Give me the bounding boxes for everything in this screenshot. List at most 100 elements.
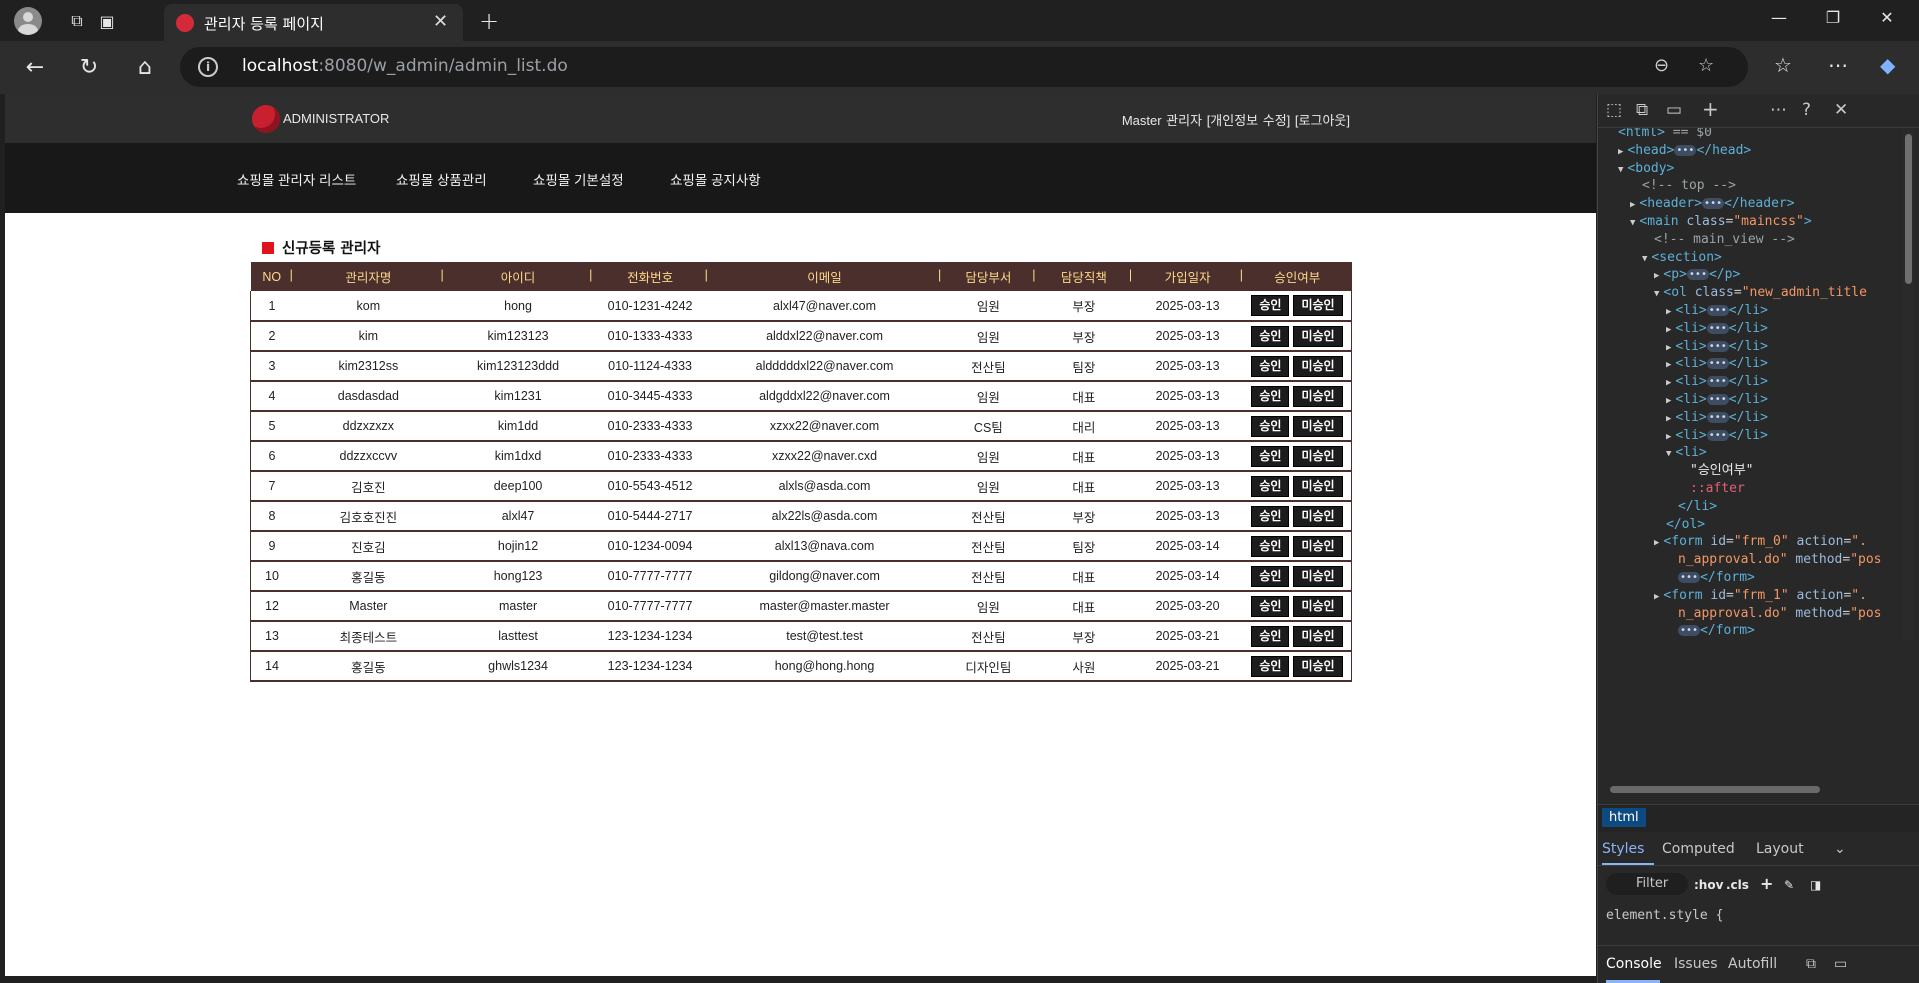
cell-id: kim123123ddd xyxy=(443,351,593,382)
nav-settings[interactable]: 쇼핑몰 기본설정 xyxy=(533,169,624,189)
approve-button[interactable]: 승인 xyxy=(1251,475,1290,497)
hov-toggle[interactable]: :hov xyxy=(1694,878,1723,892)
tab-layout[interactable]: Layout xyxy=(1756,841,1804,857)
more-menu-icon[interactable]: ⋯ xyxy=(1828,53,1848,77)
tab-actions-icon[interactable]: ▣ xyxy=(94,8,120,34)
tab-styles[interactable]: Styles xyxy=(1602,841,1644,857)
cell-phone: 010-3445-4333 xyxy=(592,381,708,412)
reject-button[interactable]: 미승인 xyxy=(1293,445,1343,467)
dom-tree[interactable]: <html> == $0 ▶ <head> ••• </head> ▼ <body> <!--… xyxy=(1598,128,1904,638)
reject-button[interactable]: 미승인 xyxy=(1293,355,1343,377)
approve-button[interactable]: 승인 xyxy=(1251,295,1290,316)
url-text: localhost:8080/w_admin/admin_list.do xyxy=(242,56,568,76)
back-icon[interactable]: ← xyxy=(20,53,50,83)
home-icon[interactable]: ⌂ xyxy=(130,53,160,83)
reject-button[interactable]: 미승인 xyxy=(1293,535,1343,557)
table-row: 10 홍길동 hong123 010-7777-7777 gildong@naver.c… xyxy=(249,561,1352,592)
browser-tab-active[interactable]: 관리자 등록 페이지 ✕ xyxy=(164,4,463,41)
favorite-star-icon[interactable]: ☆ xyxy=(1698,55,1714,76)
cell-position: 사원 xyxy=(1035,651,1133,682)
new-tab-icon[interactable]: + xyxy=(476,7,502,35)
cell-id: alxl47 xyxy=(443,501,593,532)
tab-close-icon[interactable]: ✕ xyxy=(433,11,448,32)
nav-admin-list[interactable]: 쇼핑몰 관리자 리스트 xyxy=(237,169,356,189)
drawer-dock-icon[interactable]: ⧉ xyxy=(1806,956,1816,972)
minimize-icon[interactable]: — xyxy=(1764,8,1794,27)
drawer-close-icon[interactable]: ▭ xyxy=(1834,956,1847,972)
cell-no: 10 xyxy=(249,561,293,592)
active-tab-indicator xyxy=(1602,863,1654,865)
reject-button[interactable]: 미승인 xyxy=(1293,655,1343,677)
reject-button[interactable]: 미승인 xyxy=(1293,295,1343,316)
element-state-icon[interactable]: ✎ xyxy=(1784,878,1794,892)
restore-icon[interactable]: ❐ xyxy=(1818,8,1848,27)
workspaces-icon[interactable]: ⧉ xyxy=(64,8,90,34)
inspect-icon[interactable]: ⬚ xyxy=(1606,100,1622,120)
styles-chevron-icon[interactable]: ⌄ xyxy=(1834,841,1846,857)
profile-avatar-icon[interactable] xyxy=(14,7,42,35)
approve-button[interactable]: 승인 xyxy=(1251,595,1290,617)
nav-notices[interactable]: 쇼핑몰 공지사항 xyxy=(670,169,761,189)
dock-icon[interactable]: ▭ xyxy=(1666,100,1682,120)
help-icon[interactable]: ? xyxy=(1802,100,1811,120)
address-bar[interactable]: i localhost:8080/w_admin/admin_list.do ⊖… xyxy=(180,47,1748,87)
approve-button[interactable]: 승인 xyxy=(1251,565,1290,587)
reject-button[interactable]: 미승인 xyxy=(1293,325,1343,347)
reject-button[interactable]: 미승인 xyxy=(1293,385,1343,407)
edit-profile-link[interactable]: [개인정보 수정] xyxy=(1207,113,1291,128)
approve-button[interactable]: 승인 xyxy=(1251,625,1290,647)
device-toolbar-icon[interactable]: ⧉ xyxy=(1636,100,1648,120)
window-close-icon[interactable]: ✕ xyxy=(1872,8,1902,27)
reject-button[interactable]: 미승인 xyxy=(1293,475,1343,497)
table-row: 9 진호김 hojin12 010-1234-0094 alxl13@nava.com 전… xyxy=(249,531,1352,562)
breadcrumb-html[interactable]: html xyxy=(1602,808,1646,827)
nav-products[interactable]: 쇼핑몰 상품관리 xyxy=(396,169,487,189)
reject-button[interactable]: 미승인 xyxy=(1293,595,1343,617)
reject-button[interactable]: 미승인 xyxy=(1293,415,1343,437)
cell-dept: 디자인팀 xyxy=(941,651,1036,682)
new-rule-icon[interactable]: + xyxy=(1760,874,1773,893)
approve-button[interactable]: 승인 xyxy=(1251,505,1290,527)
copilot-icon[interactable]: ◆ xyxy=(1880,53,1895,77)
add-panel-icon[interactable]: + xyxy=(1702,97,1719,121)
table-row: 8 김호호진진 alxl47 010-5444-2717 alx22ls@asda.co… xyxy=(249,501,1352,532)
tab-computed[interactable]: Computed xyxy=(1662,841,1735,857)
cell-joined: 2025-03-20 xyxy=(1132,591,1243,622)
reload-icon[interactable]: ↻ xyxy=(74,53,104,83)
approve-button[interactable]: 승인 xyxy=(1251,325,1290,347)
zoom-icon[interactable]: ⊖ xyxy=(1654,55,1669,76)
styles-filter-row: Filter :hov .cls + ✎ ◨ xyxy=(1598,866,1919,900)
favorites-icon[interactable]: ☆ xyxy=(1774,53,1792,77)
approve-button[interactable]: 승인 xyxy=(1251,655,1290,677)
logout-link[interactable]: [로그아웃] xyxy=(1295,113,1350,128)
approve-button[interactable]: 승인 xyxy=(1251,535,1290,557)
cell-joined: 2025-03-14 xyxy=(1132,531,1243,562)
approve-button[interactable]: 승인 xyxy=(1251,445,1290,467)
approve-button[interactable]: 승인 xyxy=(1251,415,1290,437)
tab-console[interactable]: Console xyxy=(1606,956,1662,972)
cls-toggle[interactable]: .cls xyxy=(1726,878,1749,892)
reject-button[interactable]: 미승인 xyxy=(1293,505,1343,527)
devtools-close-icon[interactable]: ✕ xyxy=(1834,100,1848,120)
cell-phone: 010-2333-4333 xyxy=(592,411,708,442)
devtools-more-icon[interactable]: ⋯ xyxy=(1770,100,1787,120)
dom-tree-scrollbar[interactable] xyxy=(1902,130,1914,640)
tab-autofill[interactable]: Autofill xyxy=(1728,956,1777,972)
reject-button[interactable]: 미승인 xyxy=(1293,625,1343,647)
approve-button[interactable]: 승인 xyxy=(1251,355,1290,377)
approve-button[interactable]: 승인 xyxy=(1251,385,1290,407)
cell-email: aldddddxl22@naver.com xyxy=(707,351,942,382)
tab-issues[interactable]: Issues xyxy=(1674,956,1718,972)
cell-approval-actions: 승인 미승인 xyxy=(1242,531,1352,562)
cell-no: 8 xyxy=(249,501,293,532)
dom-tree-line[interactable]: ••• </form> xyxy=(1678,620,1755,638)
dom-tree-hscrollbar[interactable] xyxy=(1610,786,1820,793)
cell-id: kim1dxd xyxy=(443,441,593,472)
site-info-icon[interactable]: i xyxy=(198,57,218,77)
cell-phone: 010-1234-0094 xyxy=(592,531,708,562)
sidebar-toggle-icon[interactable]: ◨ xyxy=(1810,878,1821,892)
cell-position: 부장 xyxy=(1035,321,1133,352)
styles-filter-input[interactable]: Filter xyxy=(1606,873,1688,895)
user-name: Master 관리자 xyxy=(1121,113,1203,128)
reject-button[interactable]: 미승인 xyxy=(1293,565,1343,587)
